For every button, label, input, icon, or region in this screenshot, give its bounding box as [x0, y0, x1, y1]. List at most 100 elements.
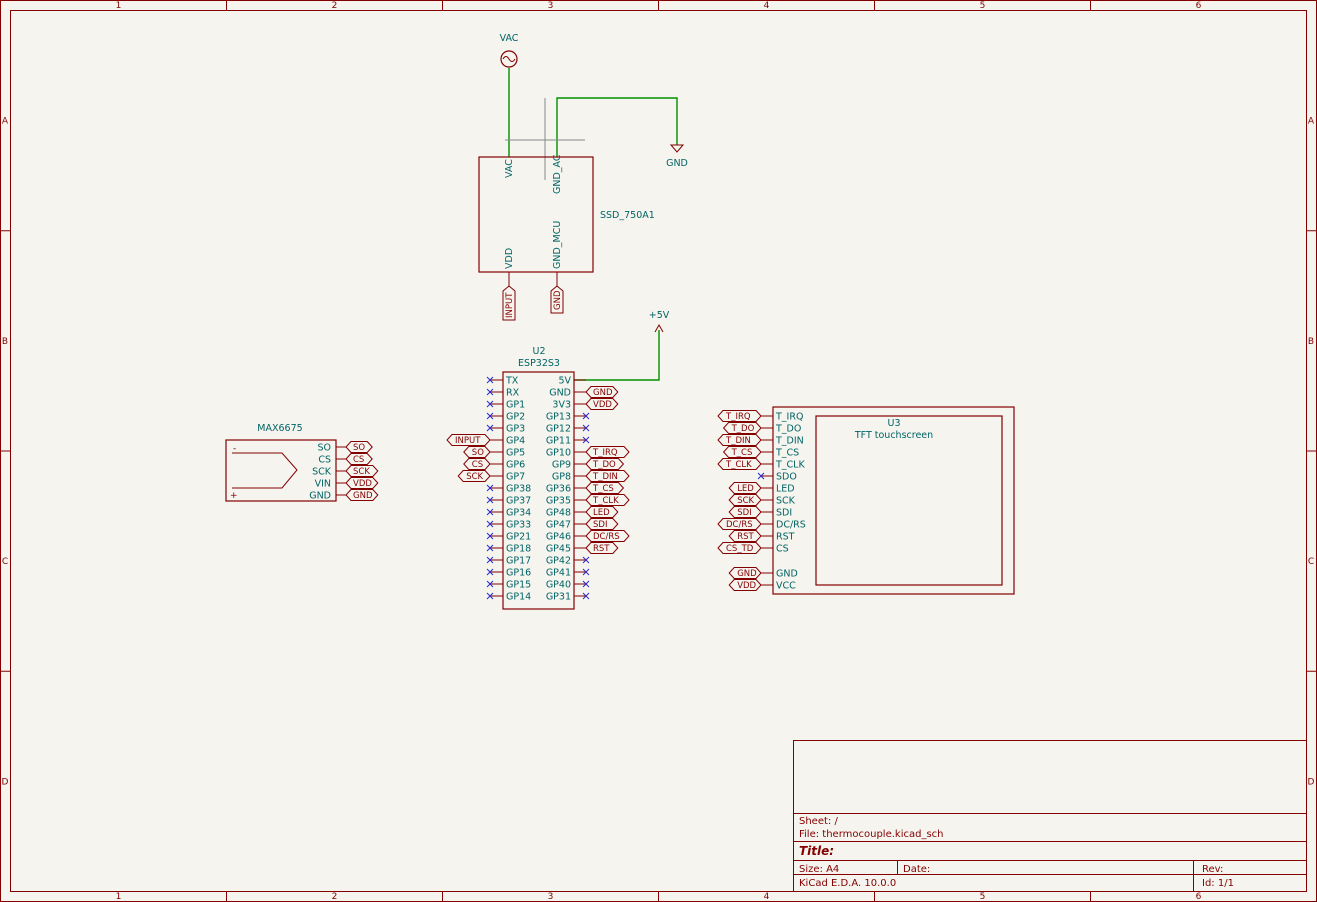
u2-pin-gp41: GP41 [546, 568, 571, 579]
tb-date: Date: [903, 864, 930, 875]
u3-label-rst[interactable]: RST [728, 530, 762, 543]
u2-label-rst[interactable]: RST [585, 542, 619, 555]
u2-label-t-do[interactable]: T_DO [585, 458, 625, 471]
plus5v-power-symbol[interactable]: +5V [649, 310, 670, 333]
u2-label-input[interactable]: INPUT [446, 434, 491, 447]
u3-pin-vcc: VCC [776, 581, 796, 592]
u3-pin-t-cs: T_CS [775, 448, 799, 459]
max6675-label-sck[interactable]: SCK [345, 465, 379, 478]
u3-label-sck[interactable]: SCK [728, 494, 762, 507]
max6675-pin-sck: SCK [312, 467, 332, 478]
max6675-label-vdd[interactable]: VDD [345, 477, 379, 490]
max6675-label-gnd[interactable]: GND [345, 489, 379, 502]
u2-pin-3v3: 3V3 [552, 400, 571, 411]
u2-pin-gp5: GP5 [506, 448, 525, 459]
u3-pin-sdo: SDO [776, 472, 797, 483]
u2-label-input-text: INPUT [455, 436, 481, 446]
max6675-label-sck-text: SCK [353, 467, 370, 477]
u2-pin-gp1: GP1 [506, 400, 525, 411]
u2-pin-gp9: GP9 [552, 460, 571, 471]
max6675-pin-so: SO [317, 443, 331, 454]
tb-file: File: thermocouple.kicad_sch [799, 829, 944, 840]
u2-pin-gp15: GP15 [506, 580, 531, 591]
frame-row-right-D: D [1308, 777, 1315, 787]
u3-label-dc-rs[interactable]: DC/RS [717, 518, 762, 531]
u2-label-t-clk-text: T_CLK [592, 496, 619, 506]
max6675-label-so[interactable]: SO [345, 441, 373, 454]
max6675-value: MAX6675 [257, 423, 302, 434]
max6675-pin-vin: VIN [315, 479, 331, 490]
max6675-label-cs[interactable]: CS [345, 453, 373, 466]
u3-label-t-cs[interactable]: T_CS [722, 446, 762, 459]
u2-label-dc-rs[interactable]: DC/RS [585, 530, 630, 543]
gnd-label: GND [666, 158, 688, 169]
u2-esp32s3-symbol[interactable]: U2 ESP32S3 TXRXGP1GP2GP3GP4 INPUT GP5 SO GP6… [446, 346, 630, 610]
u3-value: TFT touchscreen [854, 430, 933, 441]
u3-label-t-cs-text: T_CS [731, 448, 753, 458]
tb-size: Size: A4 [799, 864, 839, 875]
u3-label-sdi-text: SDI [737, 508, 751, 518]
u3-label-t-din[interactable]: T_DIN [717, 434, 762, 447]
plus5v-label: +5V [649, 310, 670, 321]
frame-col-bottom-3: 3 [548, 892, 554, 902]
u3-pin-t-do: T_DO [775, 424, 801, 435]
u3-label-t-irq[interactable]: T_IRQ [717, 410, 762, 423]
max6675-minus: - [233, 444, 236, 454]
u3-pin-gnd: GND [776, 569, 798, 580]
u3-pin-t-irq: T_IRQ [775, 412, 803, 423]
u3-label-t-clk[interactable]: T_CLK [717, 458, 762, 471]
u2-value: ESP32S3 [518, 358, 560, 369]
drawing-frame: 1 1 2 2 3 3 4 4 5 5 6 6 A A B B C C D D [0, 0, 1317, 902]
u2-label-gnd[interactable]: GND [585, 386, 619, 399]
u2-label-t-cs[interactable]: T_CS [585, 482, 625, 495]
u2-label-t-clk[interactable]: T_CLK [585, 494, 630, 507]
u3-pin-rst: RST [776, 532, 795, 543]
u3-pin-led: LED [776, 484, 795, 495]
u2-label-rst-text: RST [593, 544, 610, 554]
frame-col-bottom-5: 5 [980, 892, 986, 902]
frame-col-bottom-6: 6 [1196, 892, 1202, 902]
frame-col-bottom-4: 4 [764, 892, 770, 902]
u2-pin-tx: TX [505, 376, 519, 387]
ssd-gnd-label: GND [553, 290, 563, 310]
u3-label-led[interactable]: LED [728, 482, 762, 495]
frame-col-6: 6 [1196, 1, 1202, 11]
frame-row-A: A [2, 117, 9, 127]
u2-label-cs[interactable]: CS [463, 458, 491, 471]
u2-label-led[interactable]: LED [585, 506, 619, 519]
ssd-value: SSD_750A1 [600, 210, 655, 221]
u3-tft-symbol[interactable]: U3 TFT touchscreen T_IRQT_IRQT_DOT_DOT_D… [717, 406, 1015, 595]
u3-label-gnd-text: GND [737, 569, 757, 579]
u3-label-cs-td-text: CS_TD [726, 544, 754, 554]
max6675-plus: + [230, 491, 238, 501]
u2-pin-gp2: GP2 [506, 412, 525, 423]
ssd-relay-symbol[interactable]: SSD_750A1 VAC GND_AC VDD GND_MCU INPUT G… [478, 154, 655, 321]
u2-label-so[interactable]: SO [463, 446, 491, 459]
u3-label-cs-td[interactable]: CS_TD [717, 542, 762, 555]
u3-pin-t-clk: T_CLK [775, 460, 805, 471]
u3-label-vdd-text: VDD [737, 581, 756, 591]
u2-label-sdi[interactable]: SDI [585, 518, 619, 531]
u3-label-rst-text: RST [737, 532, 754, 542]
u2-label-cs-text: CS [472, 460, 483, 470]
u3-label-vdd[interactable]: VDD [728, 579, 762, 592]
u2-pin-gp48: GP48 [546, 508, 571, 519]
u2-label-sck[interactable]: SCK [457, 470, 491, 483]
gnd-power-symbol[interactable]: GND [666, 144, 688, 169]
u2-label-t-irq[interactable]: T_IRQ [585, 446, 630, 459]
max6675-symbol[interactable]: MAX6675 - + SO SOCS CSSCK SCKVIN VDDGND GND [225, 423, 379, 502]
u3-label-t-do[interactable]: T_DO [722, 422, 762, 435]
u2-label-vdd[interactable]: VDD [585, 398, 619, 411]
frame-col-2: 2 [332, 1, 338, 11]
vac-power-symbol[interactable]: VAC [500, 33, 519, 68]
u2-pin-gp34: GP34 [506, 508, 531, 519]
u2-pin-gp12: GP12 [546, 424, 571, 435]
u3-label-sdi[interactable]: SDI [728, 506, 762, 519]
u3-label-t-din-text: T_DIN [725, 436, 751, 446]
max6675-label-so-text: SO [353, 443, 365, 453]
u3-label-gnd[interactable]: GND [728, 567, 762, 580]
u3-pin-sck: SCK [776, 496, 796, 507]
u2-label-t-din[interactable]: T_DIN [585, 470, 630, 483]
u3-pin-t-din: T_DIN [775, 436, 804, 447]
tb-kicad: KiCad E.D.A. 10.0.0 [799, 878, 896, 889]
